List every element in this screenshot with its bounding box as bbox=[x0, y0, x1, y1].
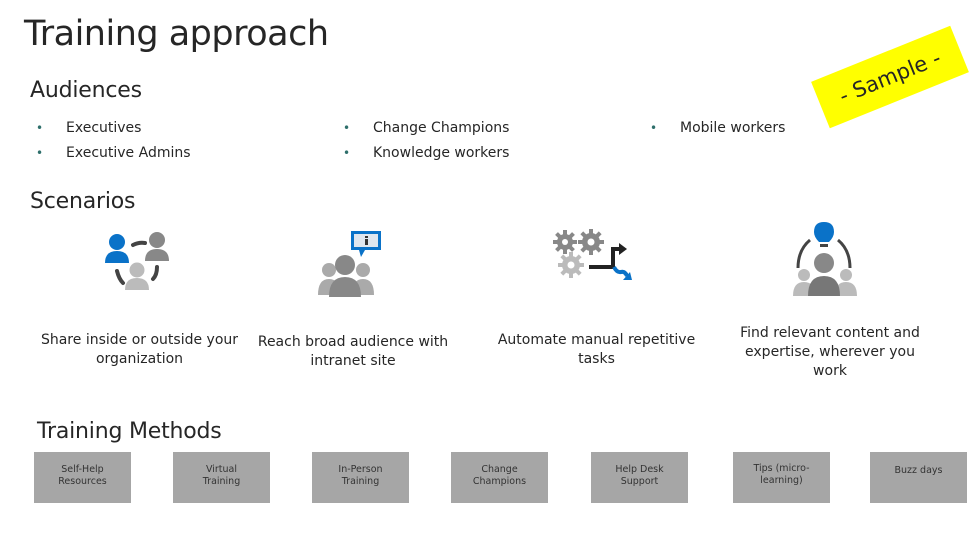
bullet-icon: • bbox=[343, 146, 351, 160]
method-label: Self-Help Resources bbox=[58, 464, 107, 487]
scenario-text-automate: Automate manual repetitive tasks bbox=[497, 332, 696, 367]
people-sharing-icon bbox=[105, 232, 169, 290]
bullet-icon: • bbox=[36, 146, 44, 160]
method-label: Help Desk Support bbox=[615, 464, 664, 487]
bullet-icon: • bbox=[36, 121, 44, 135]
method-in-person-training[interactable]: In-Person Training bbox=[312, 452, 409, 503]
audience-item: • Knowledge workers bbox=[343, 141, 509, 166]
audience-list-col2: • Change Champions • Knowledge workers bbox=[343, 116, 509, 166]
method-self-help[interactable]: Self-Help Resources bbox=[34, 452, 131, 503]
method-label: Virtual Training bbox=[202, 464, 241, 487]
method-label: Change Champions bbox=[472, 464, 527, 487]
audience-list-col1: • Executives • Executive Admins bbox=[36, 116, 191, 166]
scenario-text-intranet: Reach broad audience with intranet site bbox=[257, 334, 449, 369]
bullet-icon: • bbox=[650, 121, 658, 135]
method-label: In-Person Training bbox=[338, 464, 383, 487]
audience-label: Knowledge workers bbox=[373, 145, 510, 161]
audience-label: Change Champions bbox=[373, 120, 510, 136]
method-label: Tips (micro-learning) bbox=[753, 463, 810, 486]
audience-item: • Executives bbox=[36, 116, 191, 141]
method-tips[interactable]: Tips (micro-learning) bbox=[733, 452, 830, 503]
audience-item: • Executive Admins bbox=[36, 141, 191, 166]
gears-automation-icon bbox=[553, 229, 632, 280]
audience-item: • Mobile workers bbox=[650, 116, 785, 141]
method-help-desk[interactable]: Help Desk Support bbox=[591, 452, 688, 503]
method-change-champions[interactable]: Change Champions bbox=[451, 452, 548, 503]
intranet-info-icon bbox=[318, 231, 381, 297]
scenario-text-share: Share inside or outside your organizatio… bbox=[40, 332, 239, 367]
audience-item: • Change Champions bbox=[343, 116, 509, 141]
audience-label: Executive Admins bbox=[66, 145, 191, 161]
method-label: Buzz days bbox=[894, 465, 943, 476]
watermark-text: - Sample - bbox=[835, 45, 945, 109]
audience-label: Executives bbox=[66, 120, 142, 136]
bullet-icon: • bbox=[343, 121, 351, 135]
scenarios-heading: Scenarios bbox=[30, 189, 136, 214]
lightbulb-people-icon bbox=[793, 222, 857, 296]
method-buzz-days[interactable]: Buzz days bbox=[870, 452, 967, 503]
page-title: Training approach bbox=[24, 14, 329, 54]
method-virtual-training[interactable]: Virtual Training bbox=[173, 452, 270, 503]
audience-list-col3: • Mobile workers bbox=[650, 116, 785, 141]
audience-label: Mobile workers bbox=[680, 120, 786, 136]
audiences-heading: Audiences bbox=[30, 78, 142, 103]
scenario-text-find: Find relevant content and expertise, whe… bbox=[740, 325, 920, 379]
training-methods-heading: Training Methods bbox=[37, 419, 222, 444]
sample-watermark: - Sample - bbox=[811, 25, 969, 129]
